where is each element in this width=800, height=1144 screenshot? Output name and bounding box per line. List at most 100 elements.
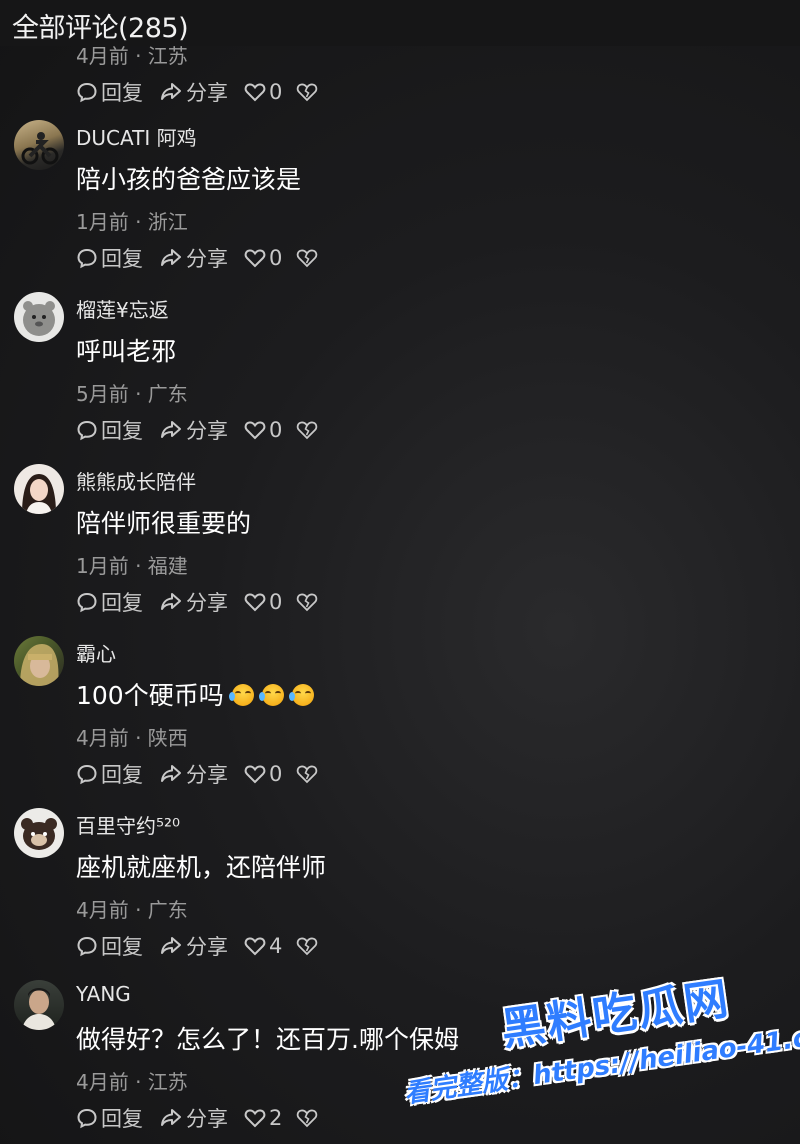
comment-text: 陪小孩的爸爸应该是 xyxy=(76,165,302,194)
username[interactable]: 榴莲¥忘返 xyxy=(76,294,169,323)
like-button[interactable]: 2 xyxy=(244,1106,282,1130)
avatar[interactable] xyxy=(14,636,64,686)
dislike-button[interactable] xyxy=(296,592,321,612)
laughing-crying-emoji-icon xyxy=(228,684,254,706)
share-button[interactable]: 分享 xyxy=(159,759,228,789)
dislike-button[interactable] xyxy=(296,248,321,268)
broken-heart-icon xyxy=(297,1109,318,1128)
dislike-button[interactable] xyxy=(296,936,321,956)
broken-heart-icon xyxy=(297,421,318,440)
share-label: 分享 xyxy=(186,763,228,787)
dislike-button[interactable] xyxy=(296,1108,321,1128)
comment-actions: 回复 分享 2 xyxy=(76,1104,337,1132)
reply-button[interactable]: 回复 xyxy=(76,415,143,445)
username[interactable]: YANG xyxy=(76,982,131,1006)
like-button[interactable]: 0 xyxy=(244,246,282,270)
dislike-button[interactable] xyxy=(296,82,321,102)
like-count: 0 xyxy=(269,418,283,442)
share-icon xyxy=(161,765,181,782)
comment-meta: 4月前 · 广东 xyxy=(76,898,188,922)
reply-label: 回复 xyxy=(101,935,143,959)
dislike-button[interactable] xyxy=(296,420,321,440)
avatar[interactable] xyxy=(14,292,64,342)
comment-actions: 回复 分享 0 xyxy=(76,588,337,616)
comment-actions: 回复 分享 0 xyxy=(76,78,337,106)
avatar[interactable] xyxy=(14,464,64,514)
reply-label: 回复 xyxy=(101,81,143,105)
comments-count-title: 全部评论(285) xyxy=(12,13,189,44)
reply-icon xyxy=(77,764,97,785)
share-icon xyxy=(161,1109,181,1126)
share-label: 分享 xyxy=(186,247,228,271)
share-button[interactable]: 分享 xyxy=(159,77,228,107)
like-button[interactable]: 0 xyxy=(244,590,282,614)
reply-button[interactable]: 回复 xyxy=(76,77,143,107)
dislike-button[interactable] xyxy=(296,764,321,784)
reply-label: 回复 xyxy=(101,763,143,787)
share-icon xyxy=(161,593,181,610)
like-count: 0 xyxy=(269,246,283,270)
reply-label: 回复 xyxy=(101,247,143,271)
heart-icon xyxy=(244,249,266,268)
reply-label: 回复 xyxy=(101,419,143,443)
heart-icon xyxy=(244,937,266,956)
heart-icon xyxy=(244,1109,266,1128)
comment-text: 做得好？怎么了！还百万.哪个保姆 xyxy=(76,1025,459,1054)
like-button[interactable]: 0 xyxy=(244,762,282,786)
share-label: 分享 xyxy=(186,591,228,615)
comment-actions: 回复 分享 0 xyxy=(76,760,337,788)
like-button[interactable]: 4 xyxy=(244,934,282,958)
like-count: 4 xyxy=(269,934,283,958)
like-button[interactable]: 0 xyxy=(244,418,282,442)
laughing-crying-emoji-icon xyxy=(288,684,314,706)
reply-button[interactable]: 回复 xyxy=(76,1103,143,1133)
avatar[interactable] xyxy=(14,808,64,858)
share-button[interactable]: 分享 xyxy=(159,243,228,273)
like-button[interactable]: 0 xyxy=(244,80,282,104)
share-label: 分享 xyxy=(186,1107,228,1131)
heart-icon xyxy=(244,593,266,612)
reply-button[interactable]: 回复 xyxy=(76,759,143,789)
username[interactable]: 熊熊成长陪伴 xyxy=(76,466,196,495)
heart-icon xyxy=(244,83,266,102)
share-label: 分享 xyxy=(186,81,228,105)
share-button[interactable]: 分享 xyxy=(159,415,228,445)
avatar[interactable] xyxy=(14,120,64,170)
like-count: 0 xyxy=(269,80,283,104)
comment-text: 座机就座机，还陪伴师 xyxy=(76,853,327,882)
comments-header: 全部评论(285) xyxy=(0,0,800,46)
reply-label: 回复 xyxy=(101,591,143,615)
broken-heart-icon xyxy=(297,593,318,612)
share-button[interactable]: 分享 xyxy=(159,1103,228,1133)
reply-button[interactable]: 回复 xyxy=(76,587,143,617)
share-icon xyxy=(161,937,181,954)
reply-icon xyxy=(77,1108,97,1129)
reply-icon xyxy=(77,936,97,957)
share-label: 分享 xyxy=(186,419,228,443)
comment-actions: 回复 分享 0 xyxy=(76,244,337,272)
avatar[interactable] xyxy=(14,980,64,1030)
reply-icon xyxy=(77,420,97,441)
username[interactable]: DUCATI 阿鸡 xyxy=(76,122,197,151)
share-button[interactable]: 分享 xyxy=(159,931,228,961)
reply-button[interactable]: 回复 xyxy=(76,243,143,273)
reply-button[interactable]: 回复 xyxy=(76,931,143,961)
username[interactable]: 百里守约⁵²⁰ xyxy=(76,810,180,839)
like-count: 0 xyxy=(269,590,283,614)
comment-text: 100个硬币吗 xyxy=(76,676,314,712)
broken-heart-icon xyxy=(297,83,318,102)
comment-meta: 5月前 · 广东 xyxy=(76,382,188,406)
reply-label: 回复 xyxy=(101,1107,143,1131)
laughing-crying-emoji-icon xyxy=(258,684,284,706)
reply-icon xyxy=(77,82,97,103)
heart-icon xyxy=(244,421,266,440)
like-count: 2 xyxy=(269,1106,283,1130)
share-label: 分享 xyxy=(186,935,228,959)
comment-text-body: 100个硬币吗 xyxy=(76,681,224,710)
share-button[interactable]: 分享 xyxy=(159,587,228,617)
comment-meta: 4月前 · 陕西 xyxy=(76,726,188,750)
username[interactable]: 霸心 xyxy=(76,638,116,667)
comment-meta: 1月前 · 福建 xyxy=(76,554,188,578)
broken-heart-icon xyxy=(297,937,318,956)
reply-icon xyxy=(77,248,97,269)
